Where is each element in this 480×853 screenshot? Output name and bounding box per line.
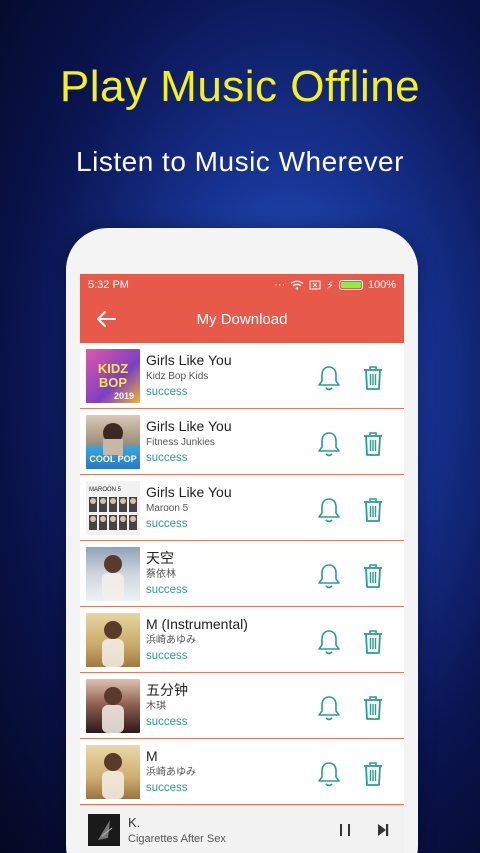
player-album-art [88,813,120,846]
arrow-left-icon[interactable] [94,308,118,330]
promo-title: Play Music Offline [59,62,421,111]
page-title: My Download [196,311,288,328]
battery-fill [340,282,361,288]
app-bar: My Download [80,296,404,343]
trash-icon[interactable] [361,364,385,392]
status-bar: 5:32 PM ··· ⚡ 100% [80,274,404,296]
battery-percent: 100% [367,279,396,291]
bell-icon[interactable] [316,694,342,722]
bell-icon[interactable] [316,760,342,788]
svg-text:MAROON 5: MAROON 5 [89,487,122,493]
status-time: 5:32 PM [88,279,129,291]
download-list: KIDZ BOP 2019 Girls Like You Kidz Bop Kids su… [80,343,404,805]
download-row[interactable]: M (Instrumental) 浜崎あゆみ success [80,607,404,673]
download-row[interactable]: M 浜崎あゆみ success [80,739,404,805]
trash-icon[interactable] [361,628,385,656]
svg-text:KIDZ: KIDZ [98,361,128,376]
svg-text:2019: 2019 [114,391,134,401]
player-song-title: K. [128,814,141,830]
download-row[interactable]: KIDZ BOP 2019 Girls Like You Kidz Bop Kids su… [80,343,404,409]
bell-icon[interactable] [316,628,342,656]
svg-text:COOL POP: COOL POP [89,454,136,464]
sim-icon [309,280,321,290]
skip-next-icon[interactable] [376,822,390,838]
album-art: MAROON 5 [86,480,140,535]
bell-icon[interactable] [316,430,342,458]
album-art [86,744,140,799]
app-screen: 5:32 PM ··· ⚡ 100% My Download KIDZ BOP 20… [80,274,404,853]
status-icons: ··· ⚡ 100% [274,279,396,292]
download-row[interactable]: MAROON 5 Girls Like You Maroon 5 success [80,475,404,541]
promo-subtitle: Listen to Music Wherever [76,146,404,177]
album-art [86,612,140,667]
bell-icon[interactable] [316,364,342,392]
svg-text:BOP: BOP [99,375,128,390]
trash-icon[interactable] [361,760,385,788]
pause-icon[interactable] [338,822,352,838]
trash-icon[interactable] [361,430,385,458]
download-row[interactable]: COOL POP Girls Like You Fitness Junkies suc… [80,409,404,475]
trash-icon[interactable] [361,562,385,590]
wifi-icon [290,280,304,290]
player-artist: Cigarettes After Sex [128,832,226,845]
album-art: KIDZ BOP 2019 [86,348,140,403]
bell-icon[interactable] [316,496,342,524]
trash-icon[interactable] [361,496,385,524]
bell-icon[interactable] [316,562,342,590]
download-row[interactable]: 五分钟 木琪 success [80,673,404,739]
battery-icon [338,280,363,290]
album-art [86,678,140,733]
charging-icon: ⚡ [326,279,334,292]
download-row[interactable]: 天空 蔡依林 success [80,541,404,607]
album-art: COOL POP [86,414,140,469]
album-art [86,546,140,601]
trash-icon[interactable] [361,694,385,722]
dots-icon: ··· [274,279,286,291]
mini-player[interactable]: K. Cigarettes After Sex [80,805,404,853]
